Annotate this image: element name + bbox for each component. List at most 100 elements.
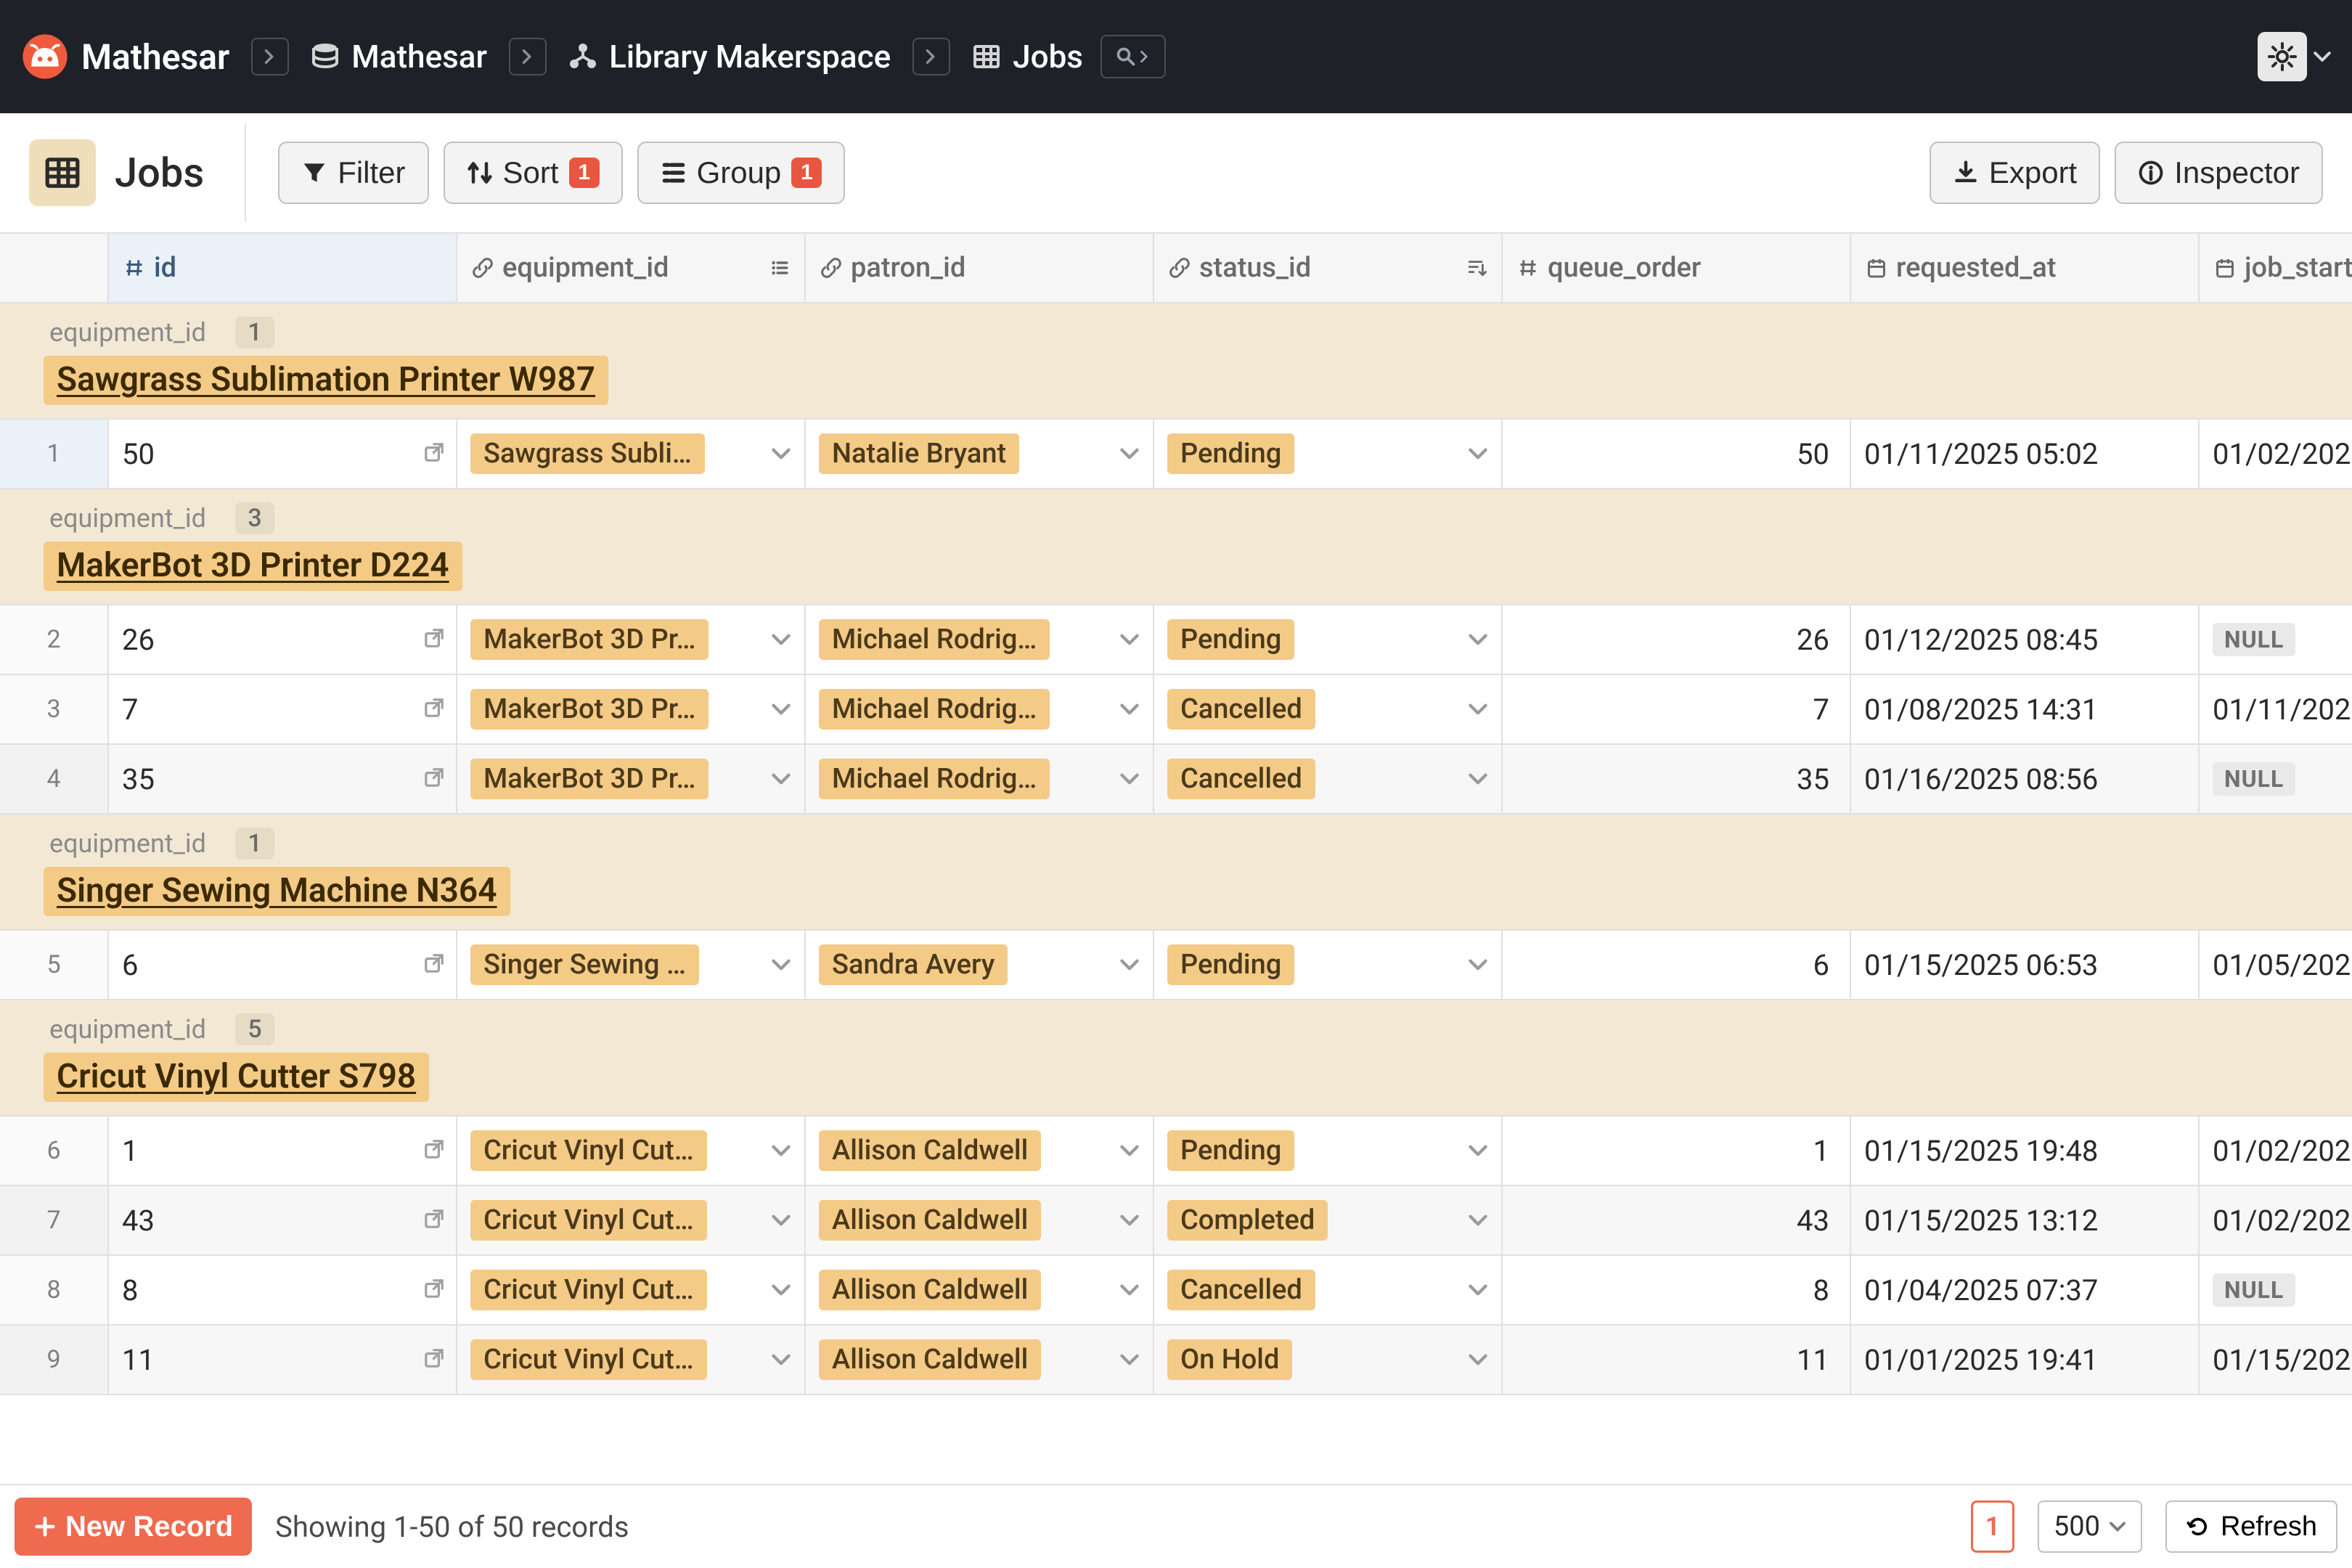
cell-requested[interactable]: 01/08/2025 14:31 bbox=[1851, 675, 2200, 743]
chevron-down-icon[interactable] bbox=[1468, 693, 1488, 727]
cell-patron[interactable]: Sandra Avery bbox=[806, 931, 1154, 999]
link-pill[interactable]: Pending bbox=[1167, 619, 1294, 660]
cell-requested[interactable]: 01/12/2025 08:45 bbox=[1851, 605, 2200, 674]
cell-id[interactable]: 50 bbox=[109, 420, 457, 488]
link-pill[interactable]: Singer Sewing … bbox=[470, 944, 699, 985]
row-number[interactable]: 3 bbox=[0, 675, 109, 743]
brand[interactable]: Mathesar bbox=[20, 32, 229, 81]
link-pill[interactable]: MakerBot 3D Pr… bbox=[470, 689, 709, 730]
chevron-down-icon[interactable] bbox=[771, 623, 791, 657]
open-record-icon[interactable] bbox=[422, 1273, 446, 1307]
table-row[interactable]: 743Cricut Vinyl Cut… Allison Caldwell Comp… bbox=[0, 1186, 2352, 1256]
link-pill[interactable]: Sandra Avery bbox=[819, 944, 1008, 985]
chevron-down-icon[interactable] bbox=[771, 948, 791, 982]
table-row[interactable]: 88 Cricut Vinyl Cut… Allison Caldwell Cance… bbox=[0, 1256, 2352, 1326]
settings-menu[interactable] bbox=[2258, 32, 2332, 81]
cell-requested[interactable]: 01/15/2025 13:12 bbox=[1851, 1186, 2200, 1254]
link-pill[interactable]: Pending bbox=[1167, 1130, 1294, 1171]
cell-equipment[interactable]: Cricut Vinyl Cut… bbox=[457, 1186, 806, 1254]
cell-queue[interactable]: 1 bbox=[1503, 1116, 1851, 1185]
cell-queue[interactable]: 50 bbox=[1503, 420, 1851, 488]
cell-status[interactable]: Pending bbox=[1154, 1116, 1503, 1185]
cell-requested[interactable]: 01/01/2025 19:41 bbox=[1851, 1326, 2200, 1394]
cell-patron[interactable]: Michael Rodrig… bbox=[806, 605, 1154, 674]
chevron-down-icon[interactable] bbox=[1119, 693, 1140, 727]
row-number[interactable]: 8 bbox=[0, 1256, 109, 1324]
cell-status[interactable]: Pending bbox=[1154, 931, 1503, 999]
open-record-icon[interactable] bbox=[422, 693, 446, 727]
cell-equipment[interactable]: Sawgrass Subli… bbox=[457, 420, 806, 488]
chevron-down-icon[interactable] bbox=[771, 1343, 791, 1377]
cell-status[interactable]: Cancelled bbox=[1154, 745, 1503, 813]
link-pill[interactable]: Cancelled bbox=[1167, 759, 1315, 799]
link-pill[interactable]: MakerBot 3D Pr… bbox=[470, 619, 709, 660]
link-pill[interactable]: Cancelled bbox=[1167, 689, 1315, 730]
group-header[interactable]: equipment_id5Cricut Vinyl Cutter S798 bbox=[0, 1000, 2352, 1116]
table-row[interactable]: 226MakerBot 3D Pr…Michael Rodrig…Pending… bbox=[0, 605, 2352, 675]
link-pill[interactable]: Cricut Vinyl Cut… bbox=[470, 1270, 707, 1310]
cell-id[interactable]: 1 bbox=[109, 1116, 457, 1185]
cell-requested[interactable]: 01/04/2025 07:37 bbox=[1851, 1256, 2200, 1324]
cell-requested[interactable]: 01/15/2025 19:48 bbox=[1851, 1116, 2200, 1185]
cell-status[interactable]: Pending bbox=[1154, 605, 1503, 674]
open-record-icon[interactable] bbox=[422, 1204, 446, 1238]
cell-status[interactable]: Cancelled bbox=[1154, 675, 1503, 743]
link-pill[interactable]: Sawgrass Subli… bbox=[470, 433, 705, 474]
cell-patron[interactable]: Michael Rodrig… bbox=[806, 675, 1154, 743]
chevron-down-icon[interactable] bbox=[1119, 623, 1140, 657]
row-number[interactable]: 2 bbox=[0, 605, 109, 674]
chevron-down-icon[interactable] bbox=[1468, 762, 1488, 796]
new-record-button[interactable]: New Record bbox=[15, 1498, 252, 1556]
link-pill[interactable]: Allison Caldwell bbox=[819, 1270, 1041, 1310]
group-value[interactable]: Sawgrass Sublimation Printer W987 bbox=[44, 356, 608, 405]
chevron-down-icon[interactable] bbox=[1119, 437, 1140, 471]
column-header-requested[interactable]: requested_at bbox=[1851, 234, 2200, 302]
chevron-down-icon[interactable] bbox=[1468, 1343, 1488, 1377]
cell-jobstart[interactable]: 01/02/202 bbox=[2200, 1116, 2352, 1185]
link-pill[interactable]: MakerBot 3D Pr… bbox=[470, 759, 709, 799]
group-header[interactable]: equipment_id3MakerBot 3D Printer D224 bbox=[0, 489, 2352, 605]
column-header-equipment[interactable]: equipment_id bbox=[457, 234, 806, 302]
chevron-down-icon[interactable] bbox=[771, 437, 791, 471]
open-record-icon[interactable] bbox=[422, 437, 446, 471]
chevron-down-icon[interactable] bbox=[771, 1204, 791, 1238]
cell-requested[interactable]: 01/15/2025 06:53 bbox=[1851, 931, 2200, 999]
cell-equipment[interactable]: MakerBot 3D Pr… bbox=[457, 745, 806, 813]
chevron-down-icon[interactable] bbox=[1468, 1204, 1488, 1238]
cell-jobstart[interactable]: NULL bbox=[2200, 745, 2352, 813]
chevron-down-icon[interactable] bbox=[1468, 623, 1488, 657]
page-size-select[interactable]: 500 bbox=[2038, 1500, 2142, 1553]
export-button[interactable]: Export bbox=[1930, 142, 2100, 204]
cell-status[interactable]: Completed bbox=[1154, 1186, 1503, 1254]
row-number[interactable]: 9 bbox=[0, 1326, 109, 1394]
cell-jobstart[interactable]: 01/02/202 bbox=[2200, 420, 2352, 488]
link-pill[interactable]: Completed bbox=[1167, 1200, 1328, 1241]
cell-status[interactable]: Cancelled bbox=[1154, 1256, 1503, 1324]
row-number[interactable]: 7 bbox=[0, 1186, 109, 1254]
gear-button[interactable] bbox=[2258, 32, 2307, 81]
link-pill[interactable]: Allison Caldwell bbox=[819, 1200, 1041, 1241]
chevron-down-icon[interactable] bbox=[1119, 1134, 1140, 1168]
cell-id[interactable]: 43 bbox=[109, 1186, 457, 1254]
group-value[interactable]: Cricut Vinyl Cutter S798 bbox=[44, 1053, 429, 1102]
open-record-icon[interactable] bbox=[422, 1343, 446, 1377]
table-row[interactable]: 61Cricut Vinyl Cut…Allison CaldwellPendi… bbox=[0, 1116, 2352, 1186]
open-record-icon[interactable] bbox=[422, 762, 446, 796]
cell-patron[interactable]: Natalie Bryant bbox=[806, 420, 1154, 488]
link-pill[interactable]: Allison Caldwell bbox=[819, 1130, 1041, 1171]
cell-patron[interactable]: Allison Caldwell bbox=[806, 1116, 1154, 1185]
cell-id[interactable]: 35 bbox=[109, 745, 457, 813]
cell-jobstart[interactable]: 01/11/202 bbox=[2200, 675, 2352, 743]
breadcrumb-sep[interactable] bbox=[509, 38, 547, 75]
cell-equipment[interactable]: MakerBot 3D Pr… bbox=[457, 675, 806, 743]
group-value[interactable]: Singer Sewing Machine N364 bbox=[44, 867, 510, 916]
breadcrumb-search[interactable] bbox=[1101, 35, 1166, 78]
link-pill[interactable]: Cricut Vinyl Cut… bbox=[470, 1130, 707, 1171]
cell-id[interactable]: 11 bbox=[109, 1326, 457, 1394]
cell-id[interactable]: 7 bbox=[109, 675, 457, 743]
link-pill[interactable]: Cancelled bbox=[1167, 1270, 1315, 1310]
cell-id[interactable]: 8 bbox=[109, 1256, 457, 1324]
cell-equipment[interactable]: Cricut Vinyl Cut… bbox=[457, 1116, 806, 1185]
cell-equipment[interactable]: Cricut Vinyl Cut… bbox=[457, 1326, 806, 1394]
cell-patron[interactable]: Michael Rodrig… bbox=[806, 745, 1154, 813]
